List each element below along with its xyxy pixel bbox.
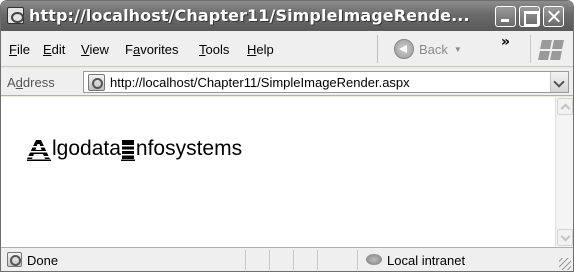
address-bar: Address http://localhost/Chapter11/Simpl…: [1, 68, 573, 96]
toolbar-overflow-chevron[interactable]: »: [501, 34, 510, 50]
resize-grip[interactable]: [559, 258, 571, 270]
address-dropdown-icon[interactable]: [550, 72, 568, 92]
status-pane-divider: [317, 250, 318, 270]
address-label-accel: d: [15, 75, 23, 90]
render-word-1: lgodata: [52, 137, 121, 160]
vertical-scrollbar[interactable]: [555, 97, 573, 247]
menu-edit-accel: E: [43, 42, 52, 57]
status-bar: Done Local intranet: [1, 247, 573, 271]
status-pane-divider: [357, 250, 358, 270]
menu-tools[interactable]: Tools: [199, 42, 229, 57]
menu-edit[interactable]: Edit: [43, 42, 65, 57]
page-content: lgodata nfosystems: [1, 97, 573, 247]
maximize-button[interactable]: [519, 6, 540, 27]
back-label: Back: [419, 41, 448, 57]
status-pane-divider: [293, 250, 294, 270]
menu-favorites-prefix: F: [125, 42, 133, 57]
menu-separator: [377, 35, 378, 63]
menu-bar: File Edit View Favorites Tools Help Back…: [1, 31, 573, 67]
back-dropdown-icon[interactable]: ▼: [454, 45, 462, 54]
menu-view-label: iew: [89, 42, 109, 57]
menu-help-label: elp: [256, 42, 274, 57]
address-label-prefix: A: [7, 75, 16, 90]
letter-a-graphic: [27, 140, 51, 161]
status-text: Done: [27, 253, 59, 268]
status-pane-divider: [245, 250, 246, 270]
close-button[interactable]: [543, 6, 564, 27]
scroll-down-button[interactable]: [557, 229, 573, 246]
menu-favorites[interactable]: Favorites: [125, 42, 178, 57]
windows-logo-icon: [530, 35, 568, 63]
menu-help-accel: H: [247, 42, 257, 57]
back-arrow-icon: [394, 39, 414, 59]
stylized-letter-a-glyph: [27, 139, 51, 161]
status-pane-divider: [269, 250, 270, 270]
address-label: Address: [7, 75, 55, 90]
security-zone-label: Local intranet: [387, 253, 466, 268]
stylized-letter-a: [27, 139, 51, 161]
ie-page-icon: [88, 74, 105, 91]
ie-page-icon: [7, 252, 22, 267]
menu-edit-label: dit: [51, 42, 66, 57]
stylized-letter-i-glyph: [120, 139, 135, 161]
letter-i-graphic: [120, 140, 135, 161]
ie-page-icon: [7, 7, 24, 24]
menu-favorites-label: vorites: [140, 42, 179, 57]
intranet-zone-icon: [366, 252, 384, 267]
menu-help[interactable]: Help: [247, 42, 274, 57]
menu-tools-label: ools: [205, 42, 230, 57]
scroll-up-button[interactable]: [557, 98, 573, 115]
stylized-letter-i: [120, 139, 135, 161]
browser-window: http://localhost/Chapter11/SimpleImageRe…: [0, 0, 574, 272]
address-field[interactable]: http://localhost/Chapter11/SimpleImageRe…: [83, 71, 569, 93]
menu-file-label: ile: [16, 42, 30, 57]
rendered-image-text: lgodata nfosystems: [27, 133, 242, 163]
back-button[interactable]: Back ▼: [394, 37, 462, 61]
title-bar[interactable]: http://localhost/Chapter11/SimpleImageRe…: [1, 1, 573, 31]
menu-file-accel: F: [9, 42, 17, 57]
address-label-rest: dress: [22, 75, 55, 90]
address-url[interactable]: http://localhost/Chapter11/SimpleImageRe…: [110, 75, 410, 90]
menu-view[interactable]: View: [81, 42, 109, 57]
render-word-2: nfosystems: [135, 137, 243, 160]
minimize-button[interactable]: [495, 6, 516, 27]
menu-file[interactable]: File: [9, 42, 30, 57]
window-title: http://localhost/Chapter11/SimpleImageRe…: [29, 6, 470, 25]
